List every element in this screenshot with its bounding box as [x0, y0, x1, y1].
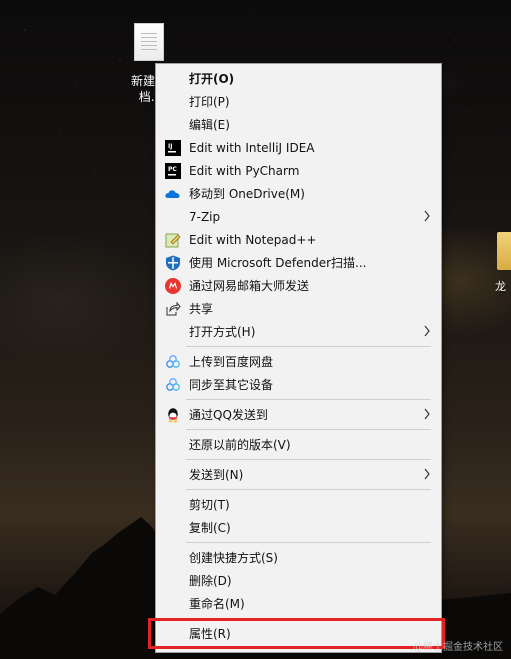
- baidu-netdisk-icon: [166, 355, 180, 368]
- menu-item-label: 同步至其它设备: [189, 378, 274, 392]
- menu-item-label: 通过网易邮箱大师发送: [189, 279, 310, 293]
- menu-item-label: 删除(D): [189, 574, 232, 588]
- menu-item-label: Edit with Notepad++: [189, 233, 317, 247]
- menu-item-label: 上传到百度网盘: [189, 355, 274, 369]
- menu-item-edit-intellij[interactable]: IJ Edit with IntelliJ IDEA: [157, 136, 440, 159]
- menu-item-send-via-qq[interactable]: 通过QQ发送到: [157, 403, 440, 426]
- menu-item-label: 重命名(M): [189, 597, 245, 611]
- menu-item-print[interactable]: 打印(P): [157, 90, 440, 113]
- menu-item-create-shortcut[interactable]: 创建快捷方式(S): [157, 546, 440, 569]
- menu-item-label: Edit with IntelliJ IDEA: [189, 141, 315, 155]
- menu-item-edit[interactable]: 编辑(E): [157, 113, 440, 136]
- menu-separator: [186, 399, 431, 400]
- qq-icon: [168, 408, 178, 423]
- menu-item-label: 剪切(T): [189, 498, 230, 512]
- baidu-netdisk-icon: [166, 378, 180, 391]
- chevron-right-icon: [424, 325, 430, 337]
- menu-item-label: 使用 Microsoft Defender扫描...: [189, 256, 367, 270]
- menu-item-defender-scan[interactable]: 使用 Microsoft Defender扫描...: [157, 251, 440, 274]
- menu-item-delete[interactable]: 删除(D): [157, 569, 440, 592]
- desktop: 新建文 档.t 龙 打开(O) 打印(P) 编辑(E) IJ Edit with…: [0, 0, 511, 659]
- chevron-right-icon: [424, 210, 430, 222]
- menu-item-label: 创建快捷方式(S): [189, 551, 278, 565]
- menu-item-label: Edit with PyCharm: [189, 164, 300, 178]
- menu-item-restore-previous-versions[interactable]: 还原以前的版本(V): [157, 433, 440, 456]
- menu-item-cut[interactable]: 剪切(T): [157, 493, 440, 516]
- defender-icon: [166, 255, 180, 271]
- notepad-icon: [165, 233, 181, 248]
- menu-item-netease-send[interactable]: 通过网易邮箱大师发送: [157, 274, 440, 297]
- share-icon: [166, 301, 181, 316]
- watermark: @稀土掘金技术社区: [413, 642, 503, 653]
- menu-separator: [186, 429, 431, 430]
- desktop-folder-icon[interactable]: [497, 232, 511, 270]
- menu-separator: [186, 346, 431, 347]
- menu-separator: [186, 542, 431, 543]
- menu-item-label: 打开(O): [189, 72, 235, 86]
- properties-highlight-box: [148, 618, 445, 649]
- chevron-right-icon: [424, 408, 430, 420]
- context-menu: 打开(O) 打印(P) 编辑(E) IJ Edit with IntelliJ …: [155, 63, 442, 653]
- menu-item-7zip[interactable]: 7-Zip: [157, 205, 440, 228]
- menu-item-label: 7-Zip: [189, 210, 221, 224]
- menu-separator: [186, 489, 431, 490]
- menu-item-edit-notepad[interactable]: Edit with Notepad++: [157, 228, 440, 251]
- chevron-right-icon: [424, 468, 430, 480]
- menu-item-open-with[interactable]: 打开方式(H): [157, 320, 440, 343]
- svg-text:PC: PC: [168, 166, 177, 173]
- menu-item-label: 还原以前的版本(V): [189, 438, 291, 452]
- menu-separator: [186, 459, 431, 460]
- pycharm-icon: PC: [165, 163, 181, 179]
- menu-item-label: 发送到(N): [189, 468, 244, 482]
- menu-item-open[interactable]: 打开(O): [157, 67, 440, 90]
- menu-item-label: 编辑(E): [189, 118, 230, 132]
- desktop-folder-label: 龙: [495, 280, 506, 293]
- intellij-icon: IJ: [165, 140, 181, 156]
- menu-item-share[interactable]: 共享: [157, 297, 440, 320]
- netease-mail-icon: [165, 278, 181, 294]
- text-document-icon: [134, 23, 164, 61]
- menu-item-upload-baidu[interactable]: 上传到百度网盘: [157, 350, 440, 373]
- menu-item-label: 通过QQ发送到: [189, 408, 268, 422]
- menu-item-copy[interactable]: 复制(C): [157, 516, 440, 539]
- menu-item-edit-pycharm[interactable]: PC Edit with PyCharm: [157, 159, 440, 182]
- menu-item-label: 打印(P): [189, 95, 230, 109]
- menu-item-label: 移动到 OneDrive(M): [189, 187, 305, 201]
- menu-item-sync-devices[interactable]: 同步至其它设备: [157, 373, 440, 396]
- menu-item-label: 复制(C): [189, 521, 231, 535]
- onedrive-icon: [165, 190, 180, 198]
- menu-item-send-to[interactable]: 发送到(N): [157, 463, 440, 486]
- menu-item-label: 打开方式(H): [189, 325, 256, 339]
- svg-text:IJ: IJ: [168, 143, 172, 150]
- menu-item-move-onedrive[interactable]: 移动到 OneDrive(M): [157, 182, 440, 205]
- menu-item-rename[interactable]: 重命名(M): [157, 592, 440, 615]
- menu-item-label: 共享: [189, 302, 214, 316]
